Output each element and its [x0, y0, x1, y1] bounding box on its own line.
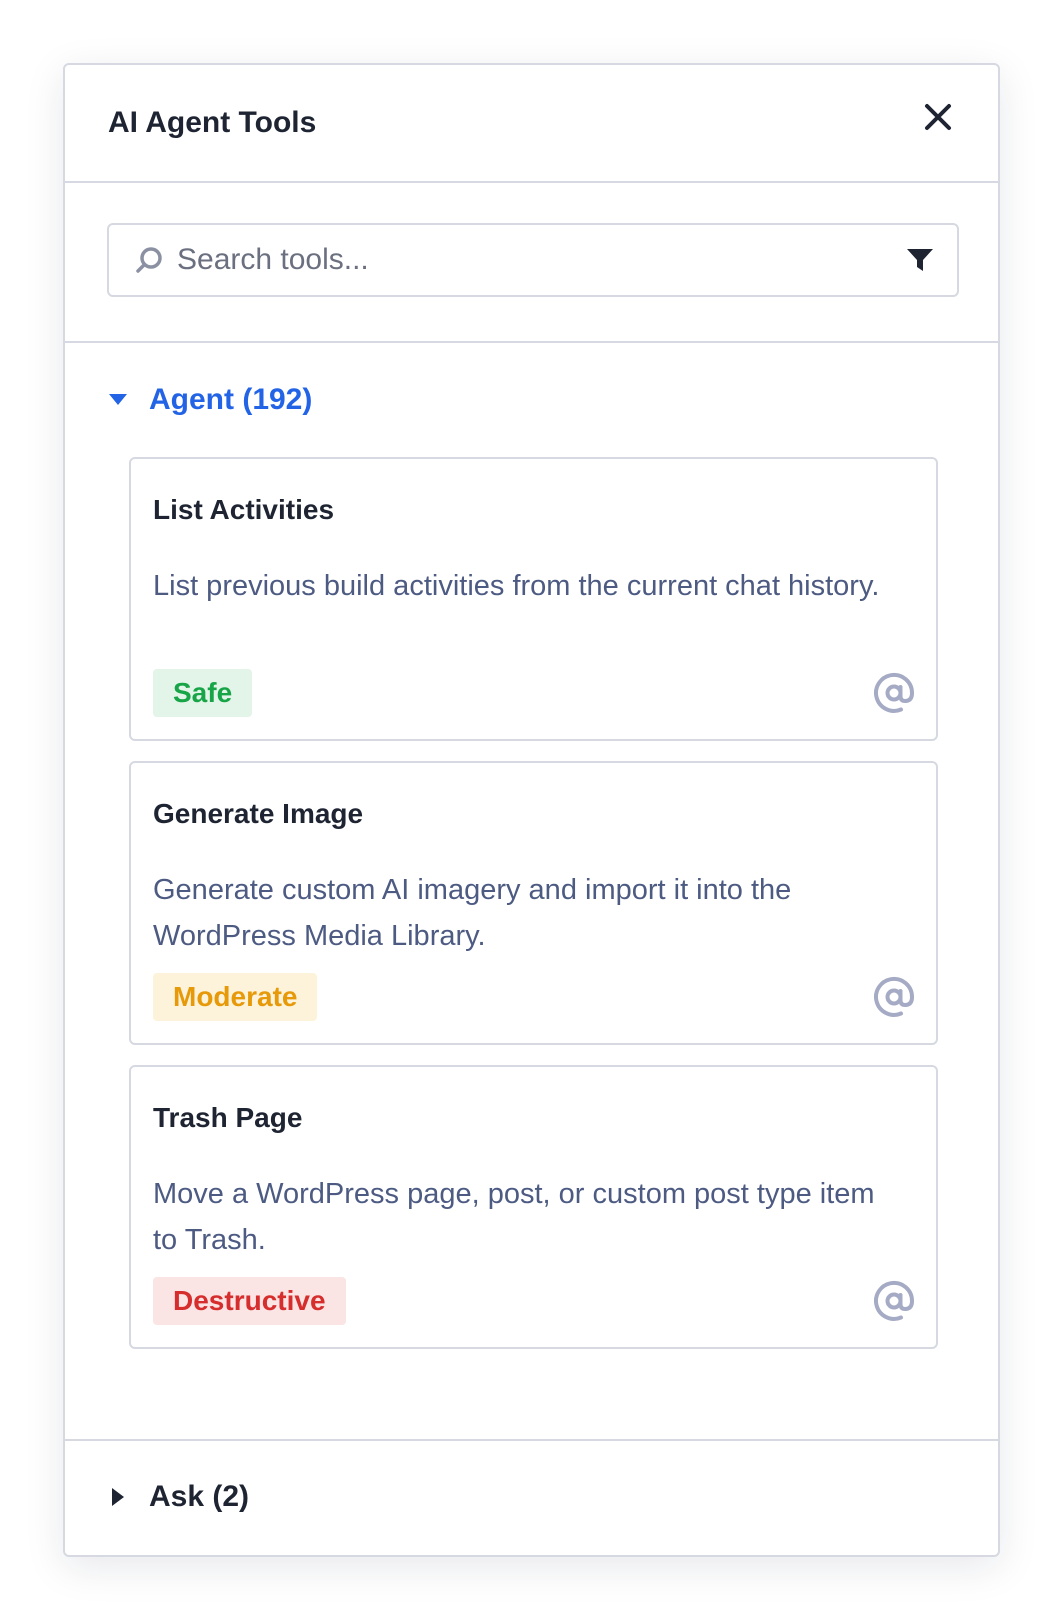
- ask-group-label: Ask (2): [149, 1480, 250, 1513]
- caret-right-icon: [112, 1488, 124, 1506]
- search-icon: [136, 247, 162, 273]
- tool-description: Move a WordPress page, post, or custom p…: [153, 1178, 875, 1256]
- tool-card-trash-page[interactable]: Trash Page Move a WordPress page, post, …: [129, 1065, 938, 1349]
- agent-group-header[interactable]: Agent (192): [65, 343, 998, 457]
- tool-description: List previous build activities from the …: [153, 570, 880, 602]
- ask-group-header[interactable]: Ask (2): [65, 1441, 998, 1553]
- panel-header: AI Agent Tools: [65, 65, 998, 183]
- agent-group-label: Agent (192): [149, 383, 313, 416]
- at-sign-icon[interactable]: [872, 975, 916, 1019]
- tool-name: Generate Image: [153, 798, 364, 829]
- caret-down-icon: [109, 394, 127, 405]
- agent-group: Agent (192) List Activities List previou…: [65, 343, 998, 1441]
- ai-agent-tools-panel: AI Agent Tools Agent (192): [63, 63, 1000, 1557]
- tool-name: List Activities: [153, 494, 335, 525]
- at-sign-icon[interactable]: [872, 671, 916, 715]
- risk-badge-destructive: Destructive: [153, 1277, 346, 1325]
- filter-icon[interactable]: [905, 245, 935, 275]
- risk-badge-safe: Safe: [153, 669, 253, 717]
- close-icon: [925, 104, 951, 130]
- tool-description: Generate custom AI imagery and import it…: [153, 874, 792, 952]
- tool-card-list-activities[interactable]: List Activities List previous build acti…: [129, 457, 938, 741]
- close-button[interactable]: [916, 95, 960, 139]
- tool-card-generate-image[interactable]: Generate Image Generate custom AI imager…: [129, 761, 938, 1045]
- panel-title: AI Agent Tools: [108, 106, 317, 139]
- risk-badge-moderate: Moderate: [153, 973, 318, 1021]
- search-box[interactable]: [107, 223, 959, 297]
- tool-list: List Activities List previous build acti…: [65, 457, 998, 1349]
- search-input[interactable]: [177, 243, 905, 277]
- search-section: [65, 183, 998, 343]
- at-sign-icon[interactable]: [872, 1279, 916, 1323]
- tool-name: Trash Page: [153, 1102, 303, 1133]
